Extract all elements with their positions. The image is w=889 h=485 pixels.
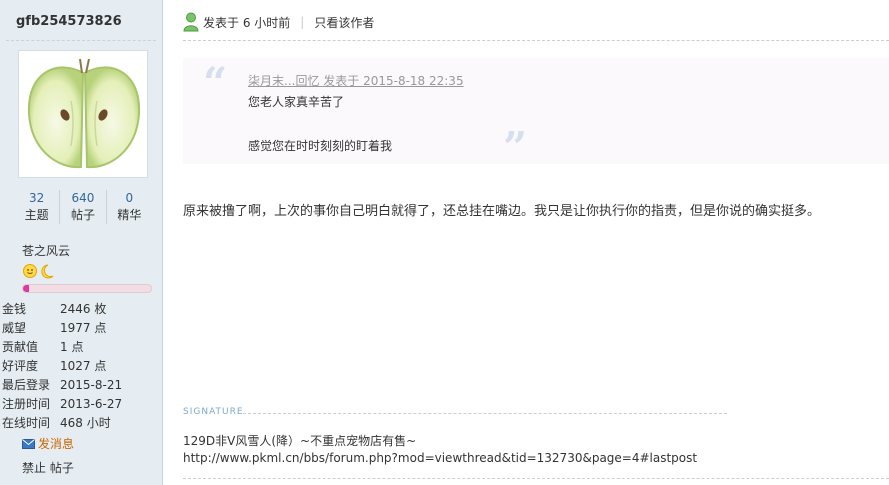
stat-posts[interactable]: 640 帖子 <box>60 190 107 224</box>
info-row: 金钱 2446 枚 <box>2 300 160 319</box>
user-group[interactable]: 苍之风云 <box>22 242 70 259</box>
post-main: 发表于 6 小时前 | 只看该作者 “ 柒月末...回忆 发表于 2015-8-… <box>163 0 889 485</box>
quote-line: 您老人家真辛苦了 <box>248 95 345 109</box>
info-value: 2013-6-27 <box>60 397 123 411</box>
avatar[interactable] <box>18 50 148 178</box>
info-key: 威望 <box>2 321 27 335</box>
divider <box>243 413 727 414</box>
stat-value[interactable]: 32 <box>14 190 59 206</box>
stat-label: 精华 <box>117 208 142 222</box>
username[interactable]: gfb254573826 <box>16 14 122 29</box>
info-row: 注册时间 2013-6-27 <box>2 395 160 414</box>
online-user-icon <box>183 12 199 32</box>
stat-label: 主题 <box>24 208 49 222</box>
signature-link[interactable]: http://www.pkml.cn/bbs/forum.php?mod=vie… <box>183 451 697 465</box>
stat-label: 帖子 <box>70 208 95 222</box>
info-key: 注册时间 <box>2 397 51 411</box>
envelope-icon <box>22 438 35 449</box>
info-value: 1027 点 <box>60 359 107 373</box>
open-quote-icon: “ <box>203 58 228 107</box>
user-stats: 32 主题 640 帖子 0 精华 <box>14 190 152 224</box>
info-row: 好评度 1027 点 <box>2 357 160 376</box>
stat-topics[interactable]: 32 主题 <box>14 190 61 224</box>
signature-text: 129D非V风雪人(降）~不重点宠物店有售~ <box>183 434 417 448</box>
info-key: 最后登录 <box>2 378 51 392</box>
post-meta: 发表于 6 小时前 | 只看该作者 <box>183 12 374 32</box>
rank-icons <box>22 263 56 282</box>
info-key: 好评度 <box>2 359 39 373</box>
signature-label: SIGNATURE <box>183 407 244 417</box>
user-info: 金钱 2446 枚 威望 1977 点 贡献值 1 点 好评度 1027 点 最后登录 2… <box>2 300 160 433</box>
info-row: 最后登录 2015-8-21 <box>2 376 160 395</box>
info-value: 2015-8-21 <box>60 378 123 392</box>
quote-author-link[interactable]: 柒月末...回忆 发表于 2015-8-18 22:35 <box>248 72 464 89</box>
send-message-label[interactable]: 发消息 <box>38 435 74 452</box>
user-panel: gfb254573826 32 主题 640 帖子 0 精华 苍之风云 金钱 2… <box>0 0 163 485</box>
info-value: 1977 点 <box>60 321 107 335</box>
info-row: 威望 1977 点 <box>2 319 160 338</box>
stat-digest[interactable]: 0 精华 <box>107 190 152 224</box>
stat-value[interactable]: 0 <box>107 190 152 206</box>
info-key: 金钱 <box>2 302 27 316</box>
quote-line: 感觉您在时时刻刻的盯着我 <box>248 139 393 153</box>
apple-avatar-icon <box>27 58 141 169</box>
moon-icon <box>41 264 54 279</box>
ban-posts-link[interactable]: 禁止 帖子 <box>22 459 74 476</box>
sun-icon <box>23 264 37 278</box>
post-body: 原来被撸了啊，上次的事你自己明白就得了，还总挂在嘴边。我只是让你执行你的指责，但… <box>183 204 821 219</box>
send-message-link[interactable]: 发消息 <box>22 435 74 452</box>
post-time: 发表于 6 小时前 <box>203 15 291 30</box>
close-quote-icon: ” <box>503 123 528 172</box>
divider <box>183 478 889 479</box>
progress-fill <box>23 285 30 292</box>
divider: | <box>300 15 305 29</box>
info-value: 2446 枚 <box>60 302 107 316</box>
level-progress-bar <box>22 284 152 293</box>
info-key: 贡献值 <box>2 340 39 354</box>
stat-value[interactable]: 640 <box>60 190 105 206</box>
info-row: 在线时间 468 小时 <box>2 414 160 433</box>
only-author-link[interactable]: 只看该作者 <box>314 14 374 31</box>
divider <box>6 40 156 41</box>
info-value: 1 点 <box>60 340 84 354</box>
info-value: 468 小时 <box>60 416 111 430</box>
info-row: 贡献值 1 点 <box>2 338 160 357</box>
divider <box>183 40 889 41</box>
info-key: 在线时间 <box>2 416 51 430</box>
quote-block: “ 柒月末...回忆 发表于 2015-8-18 22:35 您老人家真辛苦了 … <box>183 58 889 169</box>
